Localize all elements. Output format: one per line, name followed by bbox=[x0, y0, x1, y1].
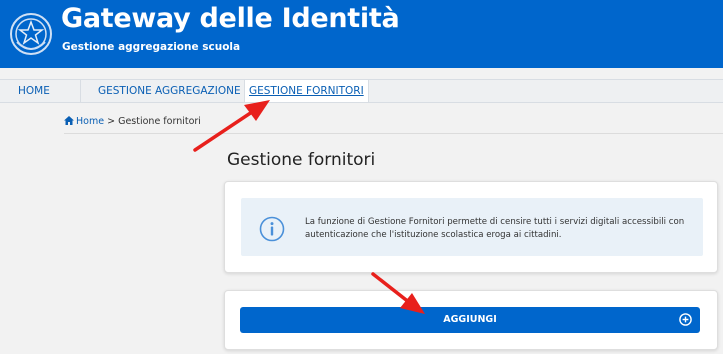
info-description: La funzione di Gestione Fornitori permet… bbox=[305, 217, 685, 240]
add-button[interactable]: AGGIUNGI bbox=[240, 307, 700, 333]
nav-divider bbox=[80, 80, 81, 102]
app-header: Gateway delle Identità Gestione aggregaz… bbox=[0, 0, 723, 68]
main-nav: HOME GESTIONE AGGREGAZIONE GESTIONE FORN… bbox=[0, 79, 723, 103]
page-title: Gestione fornitori bbox=[227, 150, 376, 170]
app-subtitle: Gestione aggregazione scuola bbox=[62, 41, 241, 53]
breadcrumb-home-link[interactable]: Home bbox=[64, 116, 104, 127]
breadcrumb-separator: > bbox=[107, 116, 116, 127]
breadcrumb-current: Gestione fornitori bbox=[118, 116, 201, 127]
app-title: Gateway delle Identità bbox=[61, 3, 400, 34]
nav-home[interactable]: HOME bbox=[14, 80, 54, 102]
emblem-icon bbox=[10, 13, 52, 55]
breadcrumb: Home > Gestione fornitori bbox=[64, 116, 201, 127]
nav-gestione-aggregazione[interactable]: GESTIONE AGGREGAZIONE bbox=[94, 80, 245, 102]
info-icon bbox=[259, 216, 285, 242]
add-button-label: AGGIUNGI bbox=[443, 314, 497, 325]
breadcrumb-divider bbox=[64, 133, 723, 134]
plus-circle-icon bbox=[679, 313, 692, 326]
nav-gestione-fornitori[interactable]: GESTIONE FORNITORI bbox=[244, 80, 369, 102]
home-icon bbox=[64, 116, 74, 125]
breadcrumb-home-label: Home bbox=[76, 116, 105, 127]
